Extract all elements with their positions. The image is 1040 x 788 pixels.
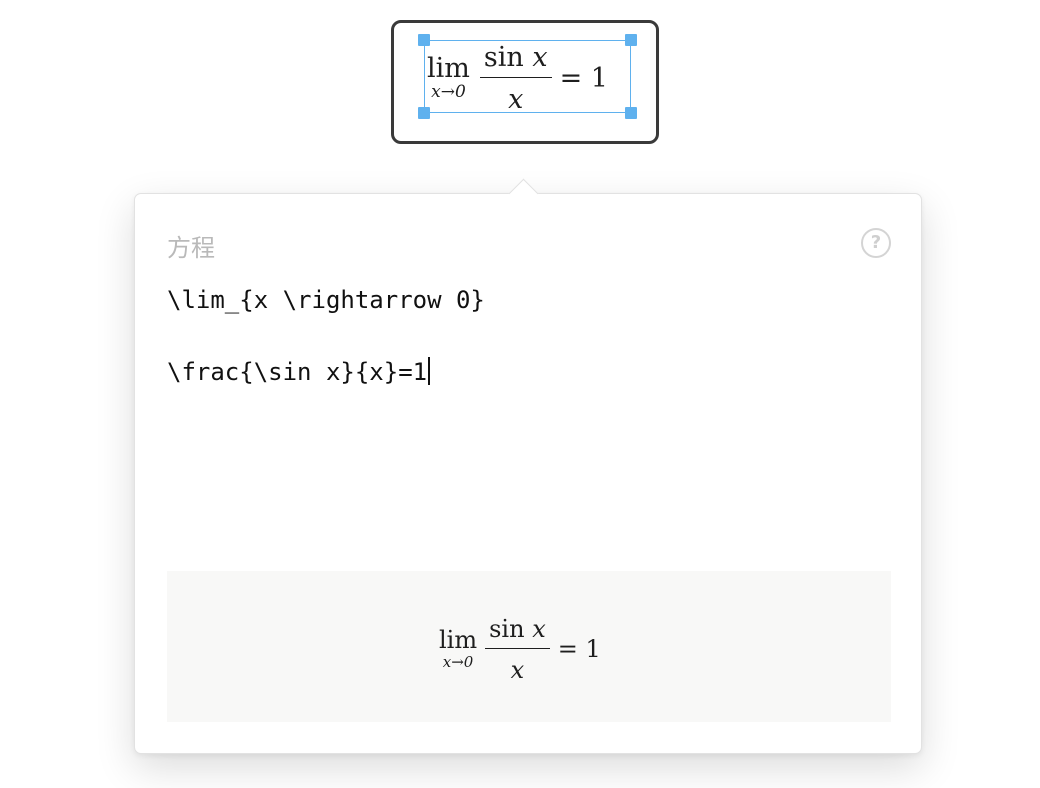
preview-lim-subscript: x→0 bbox=[443, 655, 474, 670]
text-caret bbox=[428, 357, 431, 385]
fraction-numerator: sin x bbox=[483, 41, 548, 73]
help-icon[interactable]: ? bbox=[861, 228, 891, 258]
preview-fraction: sin x x bbox=[485, 617, 550, 682]
lim-text: lim bbox=[427, 53, 470, 84]
editor-line-2-text: \frac{\sin x}{x}=1 bbox=[167, 358, 428, 386]
fraction-denominator: x bbox=[504, 86, 527, 113]
latex-editor[interactable]: \lim_{x \rightarrow 0} \frac{\sin x}{x}=… bbox=[167, 282, 891, 492]
preview-fraction-numerator: sin x bbox=[489, 614, 546, 643]
preview-limit-operator: lim x→0 bbox=[439, 628, 477, 670]
equation-object[interactable]: lim x→0 sin x x = 1 bbox=[391, 20, 659, 144]
fraction-denominator-text: x bbox=[508, 83, 524, 115]
lim-subscript-text: x→0 bbox=[431, 82, 466, 102]
preview-fraction-denominator-text: x bbox=[510, 655, 525, 684]
preview-lim-subscript-text: x→0 bbox=[442, 653, 474, 671]
lim-subscript: x→0 bbox=[431, 84, 466, 101]
selection-box: lim x→0 sin x x = 1 bbox=[418, 34, 637, 119]
numerator-variable: x bbox=[532, 614, 546, 643]
resize-handle-top-right[interactable] bbox=[625, 34, 637, 46]
canvas: lim x→0 sin x x = 1 方程 ? \lim_{x \righta… bbox=[0, 0, 1040, 788]
rendered-equation: lim x→0 sin x x = 1 bbox=[427, 44, 632, 113]
numerator-variable: x bbox=[532, 41, 548, 73]
fraction-bar bbox=[479, 76, 552, 78]
popover-arrow bbox=[508, 178, 539, 209]
preview-lim-text: lim bbox=[439, 626, 478, 654]
popover-title: 方程 bbox=[167, 234, 215, 262]
equation-preview: lim x→0 sin x x = 1 bbox=[167, 571, 891, 722]
equation-popover: 方程 ? \lim_{x \rightarrow 0} \frac{\sin x… bbox=[134, 178, 922, 754]
preview-equation: lim x→0 sin x x = 1 bbox=[439, 609, 601, 689]
fraction: sin x x bbox=[479, 41, 552, 113]
preview-fraction-denominator: x bbox=[507, 658, 529, 682]
editor-line-1: \lim_{x \rightarrow 0} bbox=[167, 286, 485, 314]
preview-fraction-bar bbox=[485, 647, 550, 649]
resize-handle-top-left[interactable] bbox=[418, 34, 430, 46]
preview-equation-rhs: = 1 bbox=[557, 635, 601, 663]
limit-operator: lim x→0 bbox=[427, 55, 470, 101]
equation-rhs: = 1 bbox=[559, 62, 608, 94]
editor-line-2: \frac{\sin x}{x}=1 bbox=[167, 357, 431, 386]
